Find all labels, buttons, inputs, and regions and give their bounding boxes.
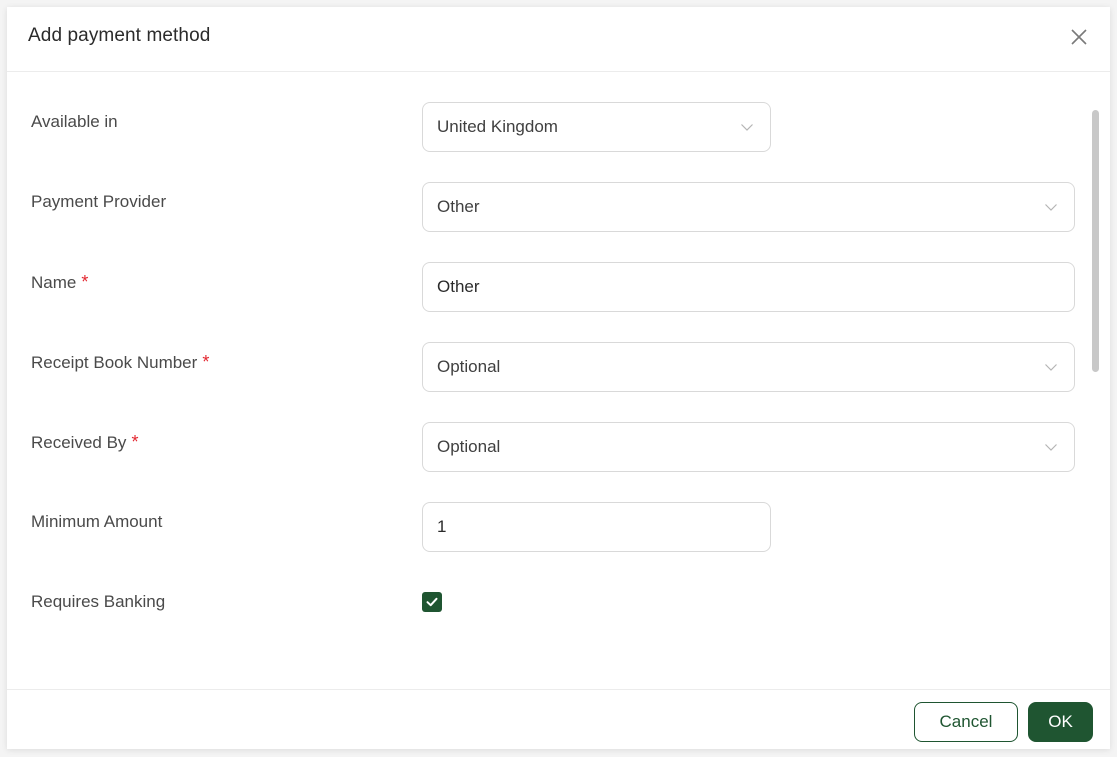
add-payment-method-dialog: Add payment method Available in United K… — [7, 7, 1110, 749]
receipt-book-number-value: Optional — [437, 357, 501, 376]
chevron-down-icon — [1044, 360, 1058, 374]
dialog-title: Add payment method — [28, 25, 211, 46]
receipt-book-number-select[interactable]: Optional — [422, 342, 1075, 392]
form-row-requires-banking: Requires Banking — [7, 582, 1110, 632]
name-label: Name * — [31, 272, 89, 292]
form-row-received-by: Received By * Optional — [7, 422, 1110, 472]
dialog-footer: Cancel OK — [7, 689, 1110, 749]
name-input-wrapper — [422, 262, 1075, 312]
close-icon — [1071, 29, 1087, 45]
minimum-amount-label: Minimum Amount — [31, 512, 163, 531]
requires-banking-label: Requires Banking — [31, 592, 166, 611]
received-by-value: Optional — [437, 437, 501, 456]
payment-provider-label: Payment Provider — [31, 192, 167, 211]
checkmark-icon — [426, 597, 438, 607]
name-input[interactable] — [437, 277, 1060, 297]
close-button[interactable] — [1068, 26, 1090, 48]
scrollbar-thumb[interactable] — [1092, 110, 1099, 372]
available-in-select[interactable]: United Kingdom — [422, 102, 771, 152]
dialog-header: Add payment method — [7, 7, 1110, 72]
cancel-button[interactable]: Cancel — [914, 702, 1018, 742]
chevron-down-icon — [1044, 200, 1058, 214]
required-marker: * — [131, 432, 139, 452]
received-by-select[interactable]: Optional — [422, 422, 1075, 472]
payment-provider-select[interactable]: Other — [422, 182, 1075, 232]
minimum-amount-input-wrapper — [422, 502, 771, 552]
form-row-minimum-amount: Minimum Amount — [7, 502, 1110, 552]
dialog-body: Available in United Kingdom Payment Prov… — [7, 73, 1110, 690]
form-row-available-in: Available in United Kingdom — [7, 102, 1110, 152]
available-in-label: Available in — [31, 112, 118, 131]
form-row-receipt-book-number: Receipt Book Number * Optional — [7, 342, 1110, 392]
ok-button[interactable]: OK — [1028, 702, 1093, 742]
available-in-value: United Kingdom — [437, 117, 558, 136]
form-row-payment-provider: Payment Provider Other — [7, 182, 1110, 232]
received-by-label: Received By * — [31, 432, 139, 452]
required-marker: * — [81, 272, 89, 292]
chevron-down-icon — [740, 120, 754, 134]
requires-banking-checkbox[interactable] — [422, 592, 442, 612]
form-row-name: Name * — [7, 262, 1110, 312]
payment-provider-value: Other — [437, 197, 480, 216]
chevron-down-icon — [1044, 440, 1058, 454]
minimum-amount-input[interactable] — [437, 517, 756, 537]
receipt-book-number-label: Receipt Book Number * — [31, 352, 210, 372]
required-marker: * — [202, 352, 210, 372]
